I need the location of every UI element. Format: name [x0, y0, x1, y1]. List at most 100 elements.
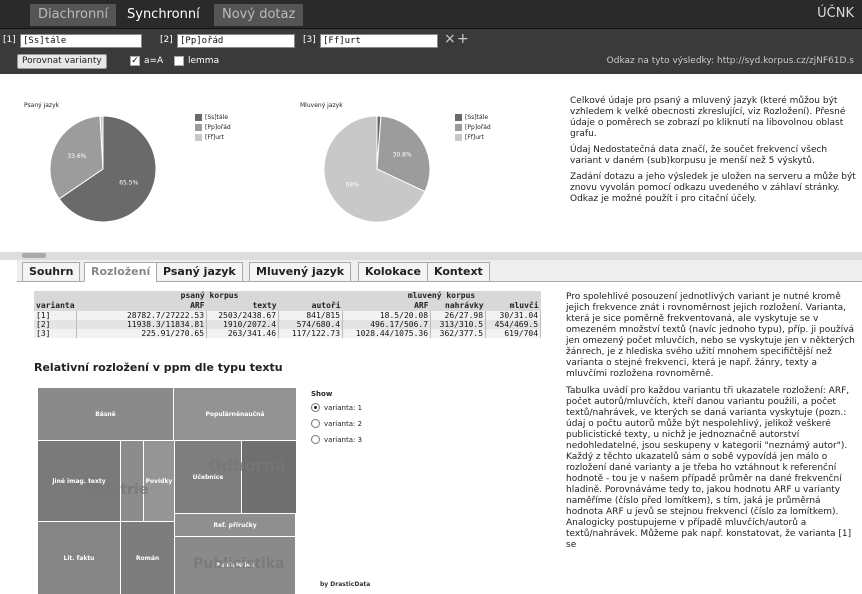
radio-label: varianta: 1	[324, 403, 363, 412]
table-cell: 574/680.4	[278, 320, 344, 329]
spoken-pie-title: Mluvený jazyk	[300, 102, 343, 109]
variant-3-label: [3]	[303, 35, 316, 45]
variant-1-label: [1]	[3, 35, 16, 45]
treemap-cell-ucebnice[interactable]: Učebnice	[175, 441, 241, 513]
pie-slice-label: 65.5%	[119, 180, 138, 187]
treemap-title: Relativní rozložení v ppm dle typu textu	[34, 361, 283, 374]
spoken-pie-legend: [Ss]tále [Pp]ořád [Ff]urt	[455, 112, 491, 142]
legend-label: [Ss]tále	[205, 113, 229, 121]
query-bar: [1] [Ss]tále [2] [Pp]ořád [3] [Ff]urt × …	[0, 29, 862, 74]
legend-swatch	[455, 133, 462, 141]
compare-variants-button[interactable]: Porovnat varianty	[17, 54, 107, 69]
treemap-cell-roman[interactable]: Román	[121, 522, 174, 594]
panel-splitter[interactable]	[0, 252, 862, 260]
treemap-cell-jine-imag-texty[interactable]: Jiné imag. texty	[38, 441, 120, 521]
variant-2-input[interactable]: [Pp]ořád	[177, 34, 295, 48]
tab-kolokace[interactable]: Kolokace	[358, 262, 428, 282]
radio-button[interactable]	[311, 435, 320, 444]
app-window: { "topbar": { "tabs": ["Diachronní", "Sy…	[0, 0, 862, 594]
remove-variant-icon[interactable]: ×	[444, 31, 456, 47]
treemap-cell-basne[interactable]: Básně	[38, 388, 173, 440]
table-cell: 496.17/506.7	[342, 320, 432, 329]
legend-item: [Ff]urt	[455, 132, 491, 142]
tab-psany-jazyk[interactable]: Psaný jazyk	[156, 262, 243, 282]
legend-swatch	[195, 133, 202, 141]
group-header-written: psaný korpus	[76, 291, 343, 301]
column-header: ARF	[342, 301, 431, 311]
treemap-cell-popularne-naucna[interactable]: Populárněnaučná	[174, 388, 296, 440]
table-corner	[34, 291, 77, 301]
tab-mluveny-jazyk[interactable]: Mluvený jazyk	[249, 262, 352, 282]
lemma-label: lemma	[188, 56, 220, 66]
lemma-checkbox[interactable]	[174, 56, 184, 66]
table-cell: 2503/2438.67	[206, 311, 280, 320]
permalink-text[interactable]: Odkaz na tyto výsledky: http://syd.korpu…	[607, 56, 854, 66]
table-cell: 30/31.04	[485, 311, 542, 320]
legend-item: [Ss]tále	[195, 112, 231, 122]
note-paragraph: Údaj Nedostatečná data značí, že součet …	[570, 145, 828, 166]
radio-button[interactable]	[311, 419, 320, 428]
legend-swatch	[195, 113, 202, 121]
radio-label: varianta: 2	[324, 419, 363, 428]
treemap-cell-lit-faktu[interactable]: Lit. faktu	[38, 522, 120, 594]
radio-button[interactable]	[311, 403, 320, 412]
overview-panel: Psaný jazyk 65.5% 33.6% [Ss]tále [Pp]ořád…	[0, 74, 862, 252]
written-pie-chart[interactable]: 65.5% 33.6%	[48, 114, 158, 224]
table-cell: 263/341.46	[206, 329, 280, 338]
tab-diachronni[interactable]: Diachronní	[30, 4, 117, 26]
table-cell: 841/815	[278, 311, 344, 320]
table-cell: 454/469.5	[485, 320, 542, 329]
legend-swatch	[455, 123, 462, 131]
column-header: ARF	[76, 301, 207, 311]
explanation-text: Pro spolehlivé posouzení jednotlivých va…	[566, 292, 856, 557]
variant-radio-3[interactable]: varianta: 3	[311, 435, 362, 444]
spoken-pie-chart[interactable]: 30.8% 68%	[322, 114, 432, 224]
table-cell: 619/704	[485, 329, 542, 338]
explanation-paragraph: Tabulka uvádí pro každou variantu tři uk…	[566, 386, 852, 550]
text-type-treemap[interactable]: Básně Populárněnaučná Jiné imag. texty P…	[38, 388, 296, 594]
legend-swatch	[455, 113, 462, 121]
table-row: [3] 225.91/270.65 263/341.46 117/122.73 …	[34, 329, 542, 338]
treemap-group-odborna: Odborná	[208, 456, 286, 475]
tab-souhrn[interactable]: Souhrn	[22, 262, 81, 282]
table-cell: 1028.44/1075.36	[342, 329, 432, 338]
brand-logo[interactable]: ÚČNK	[817, 6, 854, 21]
column-header: mluvči	[485, 301, 541, 311]
overview-note: Celkové údaje pro psaný a mluvený jazyk …	[570, 96, 858, 210]
legend-label: [Pp]ořád	[465, 123, 491, 131]
legend-label: [Ff]urt	[465, 133, 484, 141]
tab-kontext[interactable]: Kontext	[427, 262, 490, 282]
column-header: autoři	[278, 301, 343, 311]
note-paragraph: Celkové údaje pro psaný a mluvený jazyk …	[570, 96, 846, 139]
case-insensitive-checkbox[interactable]: ✓	[130, 56, 140, 66]
variant-1-input[interactable]: [Ss]tále	[20, 34, 142, 48]
treemap-credit[interactable]: by DrasticData	[320, 581, 370, 588]
table-cell: [3]	[34, 329, 78, 338]
case-insensitive-label: a=A	[144, 56, 164, 66]
legend-item: [Ff]urt	[195, 132, 231, 142]
legend-item: [Pp]ořád	[455, 122, 491, 132]
variant-2-label: [2]	[160, 35, 173, 45]
table-cell: 362/377.5	[430, 329, 487, 338]
treemap-cell-ref-prirucky[interactable]: Ref. příručky	[175, 514, 295, 536]
variant-3-input[interactable]: [Ff]urt	[320, 34, 438, 48]
treemap-cell-small-b[interactable]	[242, 441, 296, 513]
written-pie-title: Psaný jazyk	[24, 102, 60, 109]
variant-radio-2[interactable]: varianta: 2	[311, 419, 362, 428]
splitter-handle[interactable]	[22, 253, 46, 258]
add-variant-icon[interactable]: +	[457, 31, 469, 47]
treemap-group-beletrie: Beletrie	[86, 482, 149, 498]
table-cell: 225.91/270.65	[76, 329, 208, 338]
radio-label: varianta: 3	[324, 435, 363, 444]
column-header: texty	[206, 301, 279, 311]
tab-novy-dotaz[interactable]: Nový dotaz	[214, 4, 304, 26]
distribution-table: psaný korpus mluvený korpus varianta ARF…	[34, 291, 542, 338]
treemap-cell-small-a[interactable]	[121, 441, 143, 521]
pie-slice-label: 33.6%	[67, 153, 86, 160]
variant-radio-1[interactable]: varianta: 1	[311, 403, 362, 412]
treemap-cell-povidky[interactable]: Povídky	[144, 441, 174, 521]
legend-swatch	[195, 123, 202, 131]
tab-rozlozeni[interactable]: Rozložení	[84, 262, 158, 282]
tab-synchronni[interactable]: Synchronní	[119, 4, 208, 26]
table-row: [1] 28782.7/27222.53 2503/2438.67 841/81…	[34, 311, 542, 320]
